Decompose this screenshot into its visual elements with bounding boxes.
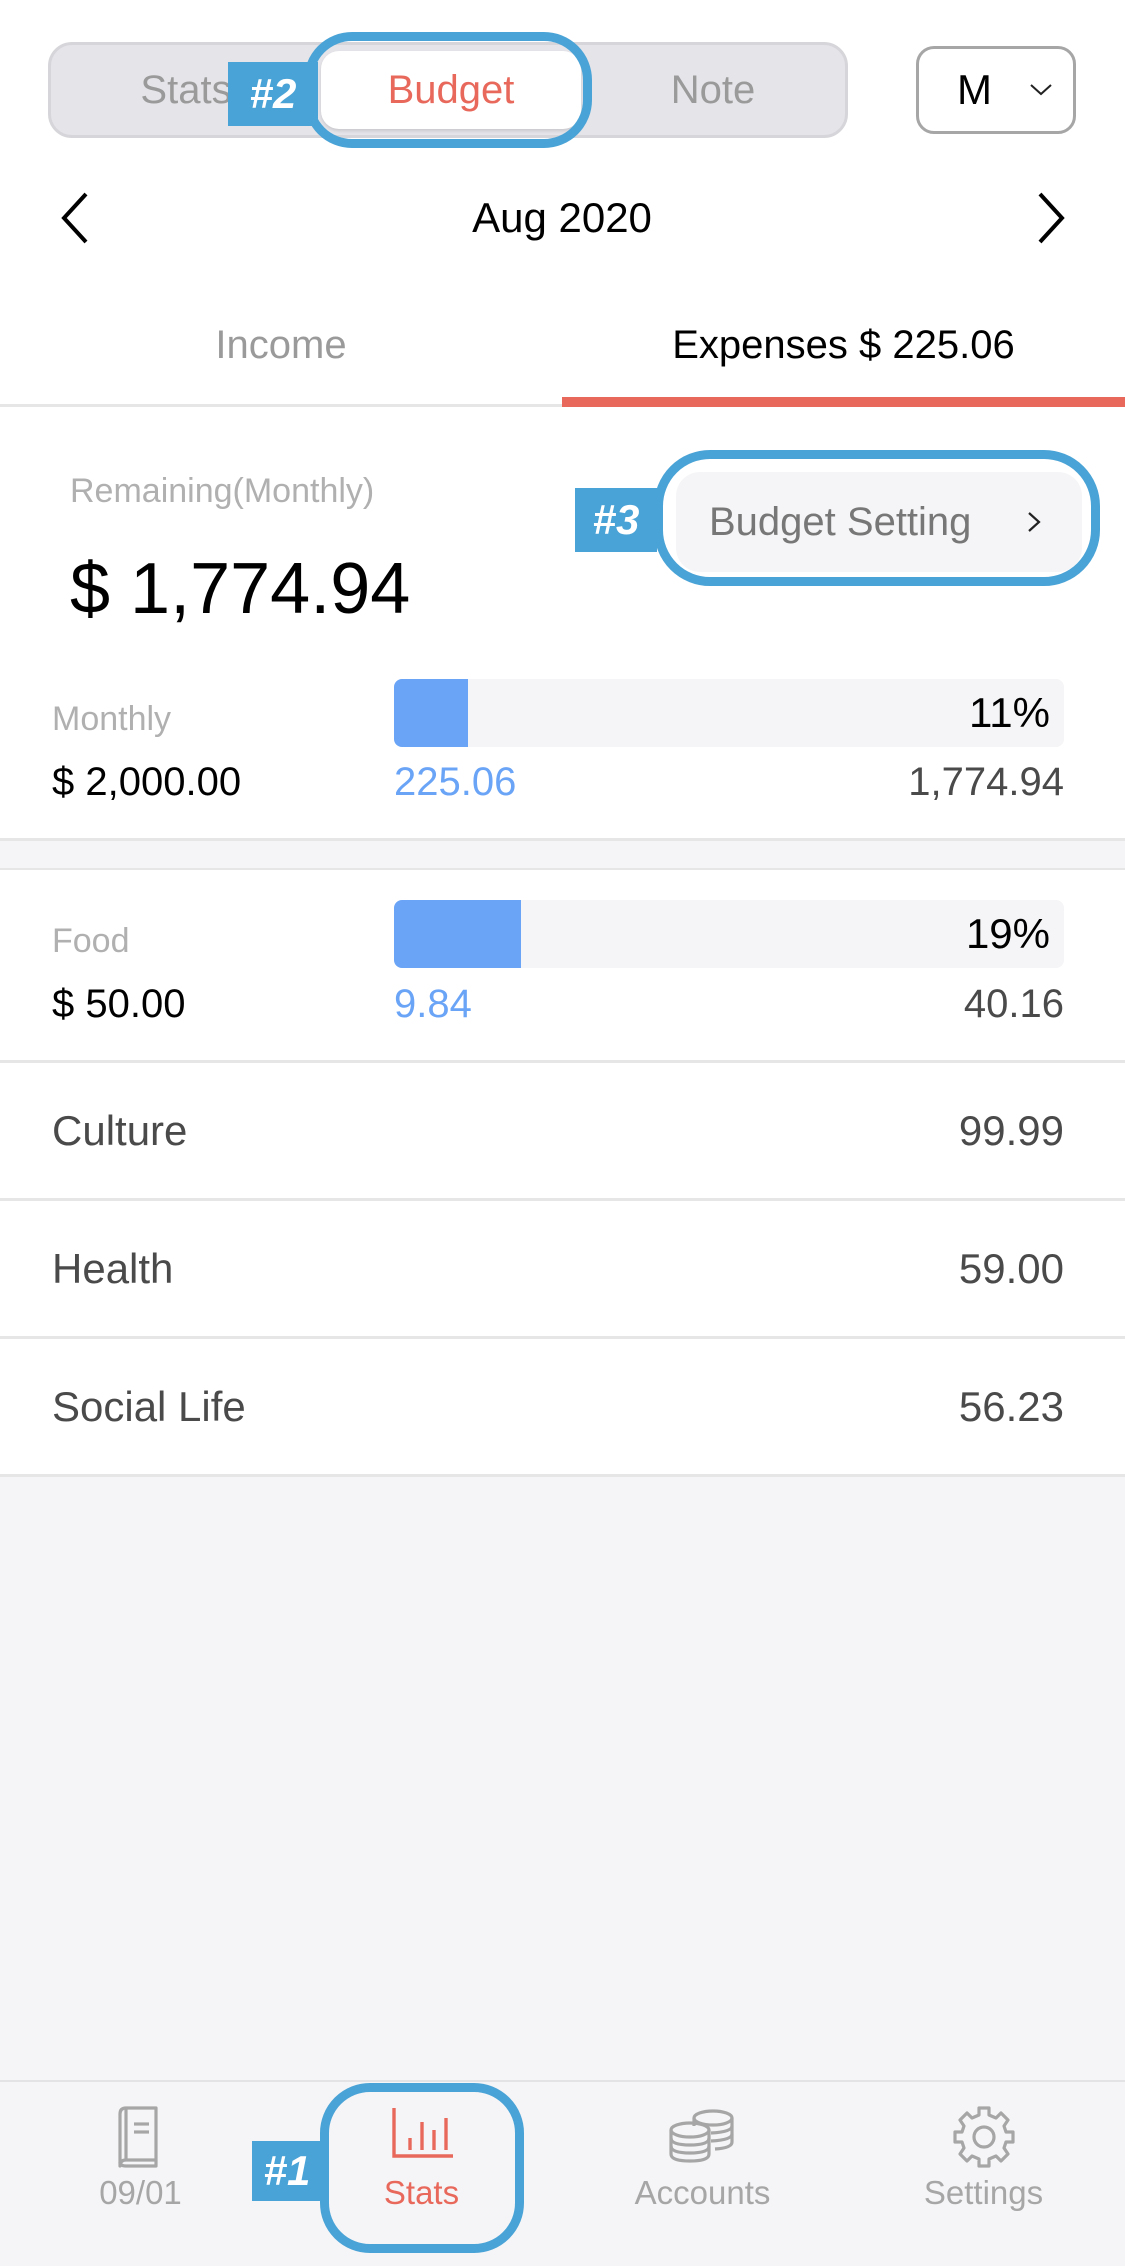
- category-value: 59.00: [958, 1245, 1064, 1292]
- bar-chart-icon: [391, 2108, 453, 2158]
- period-select[interactable]: M: [916, 46, 1076, 134]
- nav-settings[interactable]: Settings: [843, 2082, 1124, 2266]
- tab-income[interactable]: Income: [0, 310, 562, 380]
- nav-accounts[interactable]: Accounts: [562, 2082, 843, 2266]
- category-name: Social Life: [52, 1383, 246, 1430]
- budget-monthly-spent: 225.06: [394, 760, 517, 804]
- progress-percent: 11%: [969, 689, 1050, 736]
- category-name: Health: [52, 1245, 174, 1292]
- progress-fill: [394, 900, 522, 968]
- annotation-label-1: #1: [252, 2141, 322, 2201]
- category-value: 56.23: [958, 1383, 1064, 1430]
- chevron-right-icon[interactable]: [1024, 190, 1074, 246]
- budget-food-remaining: 40.16: [963, 982, 1064, 1026]
- annotation-label-3: #3: [575, 488, 657, 552]
- category-value: 99.99: [958, 1107, 1064, 1154]
- annotation-label-2: #2: [228, 62, 318, 126]
- view-segmented-control: Stats Budget Note: [48, 42, 848, 138]
- category-name: Culture: [52, 1107, 188, 1154]
- remaining-label: Remaining(Monthly): [70, 472, 375, 510]
- budget-monthly-amount: $ 2,000.00: [52, 760, 242, 804]
- budget-food-label: Food: [52, 922, 130, 960]
- gear-icon: [952, 2106, 1015, 2168]
- list-item[interactable]: Culture 99.99: [0, 1063, 1125, 1198]
- nav-stats-label: Stats: [383, 2174, 460, 2211]
- section-divider: [0, 838, 1125, 841]
- segment-note[interactable]: Note: [581, 45, 845, 135]
- list-item[interactable]: Social Life 56.23: [0, 1339, 1125, 1474]
- period-select-value: M: [957, 66, 992, 113]
- budget-monthly-remaining: 1,774.94: [908, 760, 1064, 804]
- nav-daily[interactable]: 09/01: [0, 2082, 281, 2266]
- nav-accounts-label: Accounts: [634, 2174, 771, 2211]
- progress-fill: [394, 679, 468, 747]
- remaining-amount: $ 1,774.94: [70, 549, 411, 629]
- month-label: Aug 2020: [472, 194, 652, 241]
- budget-food-spent: 9.84: [394, 982, 472, 1026]
- budget-monthly-progress-bar: 11%: [394, 679, 1064, 747]
- budget-food-progress-bar: 19%: [394, 900, 1064, 968]
- active-tab-indicator: [562, 397, 1125, 407]
- progress-percent: 19%: [965, 910, 1050, 957]
- budget-monthly-label: Monthly: [52, 700, 172, 738]
- nav-settings-label: Settings: [923, 2174, 1044, 2211]
- book-icon: [117, 2106, 158, 2168]
- budget-setting-button[interactable]: Budget Setting: [676, 472, 1082, 572]
- nav-stats[interactable]: Stats: [281, 2082, 562, 2266]
- segment-budget[interactable]: Budget: [321, 51, 581, 129]
- nav-daily-label: 09/01: [99, 2174, 182, 2211]
- chevron-left-icon[interactable]: [52, 190, 102, 246]
- list-item[interactable]: Health 59.00: [0, 1201, 1125, 1336]
- budget-food-amount: $ 50.00: [52, 982, 186, 1026]
- chevron-down-icon: [1030, 84, 1052, 96]
- budget-setting-label: Budget Setting: [709, 500, 972, 544]
- coins-icon: [668, 2109, 734, 2163]
- list-divider: [0, 1474, 1125, 1477]
- tab-expenses[interactable]: Expenses $ 225.06: [562, 310, 1125, 380]
- bottom-tab-bar: 09/01 Stats Accounts Settings: [0, 2080, 1125, 2266]
- chevron-right-icon: [1028, 512, 1041, 532]
